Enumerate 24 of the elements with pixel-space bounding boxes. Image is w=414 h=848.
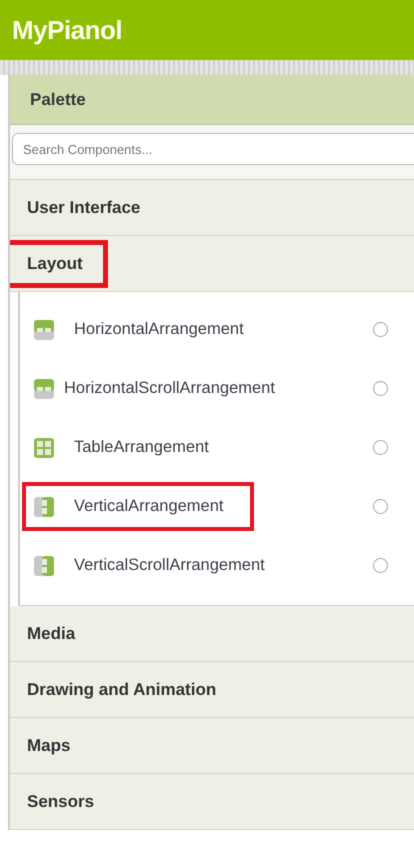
component-item[interactable]: TableArrangement [74,435,209,460]
app-title: MyPianol [12,14,122,46]
vertical-layout-icon [34,556,54,576]
component-item[interactable]: HorizontalScrollArrangement [64,376,275,401]
category-header[interactable]: Layout [27,254,83,272]
category-header[interactable]: Media [27,624,76,642]
component-item[interactable]: VerticalArrangement [74,494,224,519]
help-icon[interactable] [373,381,388,396]
vertical-layout-icon [34,496,54,516]
help-icon[interactable] [373,499,388,514]
component-item[interactable]: VerticalScrollArrangement [74,553,265,578]
component-item[interactable]: HorizontalArrangement [74,317,244,342]
category-header[interactable]: Sensors [27,792,94,810]
help-icon[interactable] [373,440,388,455]
help-icon[interactable] [373,558,388,573]
category-header[interactable]: User Interface [27,198,140,216]
palette-title: Palette [30,88,86,111]
category-header[interactable]: Maps [27,736,70,754]
horizontal-layout-icon [34,320,54,340]
grid-layout-icon [34,438,54,458]
horizontal-layout-icon [34,378,54,398]
category-header[interactable]: Drawing and Animation [27,680,216,698]
search-field[interactable]: Search Components... [12,133,414,165]
help-icon[interactable] [373,322,388,337]
